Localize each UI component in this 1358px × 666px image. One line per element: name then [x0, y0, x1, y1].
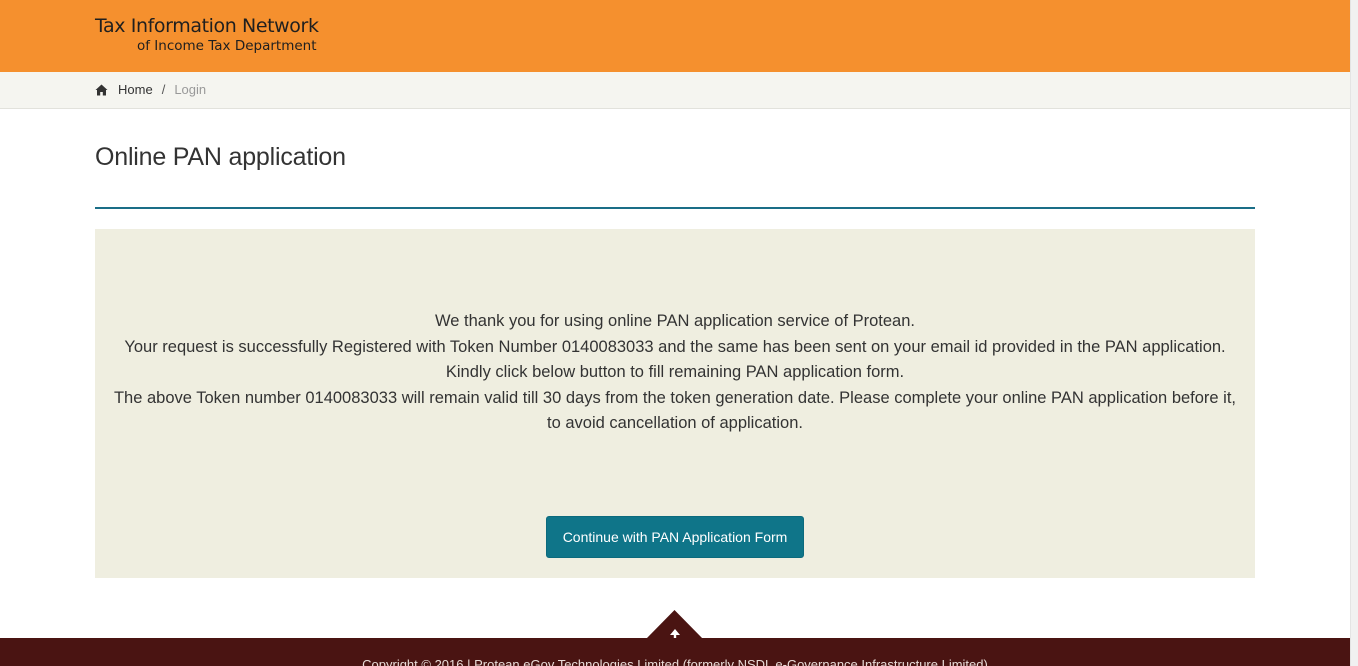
title-divider [95, 207, 1255, 209]
copyright-text: Copyright © 2016 | Protean eGov Technolo… [362, 657, 988, 666]
site-header: Tax Information Network of Income Tax De… [0, 0, 1350, 72]
continue-application-button[interactable]: Continue with PAN Application Form [546, 516, 804, 558]
confirmation-message: We thank you for using online PAN applic… [95, 309, 1255, 437]
token-validity-line: The above Token number 0140083033 will r… [113, 388, 1237, 433]
page: Tax Information Network of Income Tax De… [0, 0, 1350, 666]
breadcrumb-bar: Home / Login [0, 72, 1350, 109]
brand-title: Tax Information Network [95, 15, 319, 37]
tin-logo[interactable]: Tax Information Network of Income Tax De… [95, 14, 335, 55]
confirmation-panel: We thank you for using online PAN applic… [95, 229, 1255, 578]
vertical-scrollbar[interactable] [1350, 0, 1358, 666]
breadcrumb-home-link[interactable]: Home [118, 82, 153, 98]
token-registered-line: Your request is successfully Registered … [124, 337, 1226, 356]
home-icon[interactable] [95, 84, 108, 96]
brand-subtitle: of Income Tax Department [137, 38, 317, 54]
breadcrumb-current: Login [174, 82, 207, 97]
breadcrumb: Home / Login [95, 82, 206, 98]
instruction-line: Kindly click below button to fill remain… [445, 363, 905, 381]
thank-you-line: We thank you for using online PAN applic… [435, 312, 915, 330]
breadcrumb-separator: / [161, 82, 166, 97]
page-title: Online PAN application [95, 143, 346, 171]
